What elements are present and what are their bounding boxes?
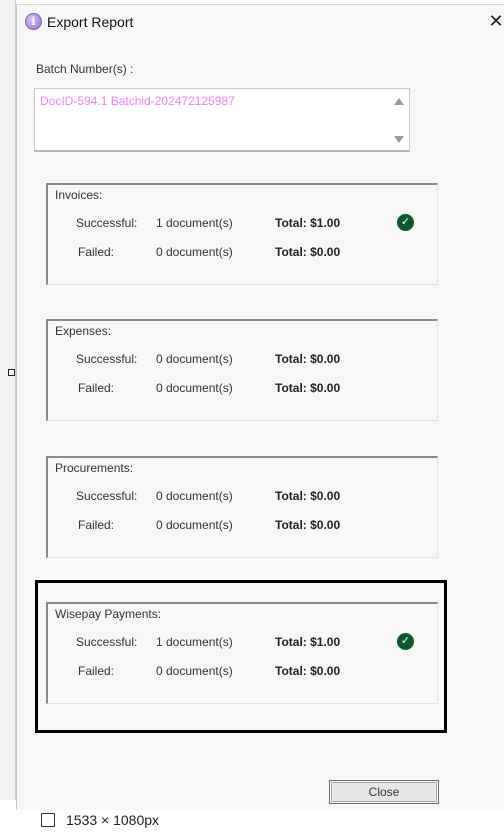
failed-label: Failed: [78,518,115,532]
scroll-down-icon[interactable] [394,136,404,143]
failed-total: Total: $0.00 [275,518,341,532]
batch-number-label: Batch Number(s) : [36,62,134,76]
check-circle-icon: ✓ [397,214,414,231]
successful-docs: 0 document(s) [156,352,233,366]
image-dimensions: 1533 × 1080px [66,812,160,828]
window-title: Export Report [47,14,134,30]
crop-icon [41,813,55,827]
scroll-up-icon[interactable] [394,98,404,105]
title-bar: i Export Report ✕ [17,5,504,39]
info-icon: i [25,13,42,30]
failed-total: Total: $0.00 [275,245,341,259]
failed-label: Failed: [78,245,115,259]
procurements-group: Procurements: Successful: 0 document(s) … [46,456,438,558]
failed-docs: 0 document(s) [156,518,233,532]
invoices-group: Invoices: Successful: 1 document(s) Tota… [46,183,438,285]
resize-handle[interactable] [8,369,15,376]
successful-label: Successful: [76,489,138,503]
failed-total: Total: $0.00 [275,381,341,395]
close-icon[interactable]: ✕ [487,11,504,32]
group-title: Procurements: [55,461,134,475]
successful-docs: 0 document(s) [156,489,233,503]
batch-number-field[interactable]: DocID-594.1 Batchid-202472125987 [34,88,410,152]
successful-label: Successful: [76,216,138,230]
successful-docs: 1 document(s) [156,216,233,230]
highlight-box [35,580,447,733]
failed-docs: 0 document(s) [156,381,233,395]
successful-total: Total: $1.00 [275,216,341,230]
background-window-edge [0,0,16,800]
group-title: Invoices: [55,188,103,202]
successful-total: Total: $0.00 [275,352,341,366]
failed-docs: 0 document(s) [156,245,233,259]
successful-label: Successful: [76,352,138,366]
successful-total: Total: $0.00 [275,489,341,503]
expenses-group: Expenses: Successful: 0 document(s) Tota… [46,319,438,421]
failed-label: Failed: [78,381,115,395]
batch-number-value: DocID-594.1 Batchid-202472125987 [40,94,235,108]
close-button[interactable]: Close [329,780,439,804]
group-title: Expenses: [55,324,112,338]
